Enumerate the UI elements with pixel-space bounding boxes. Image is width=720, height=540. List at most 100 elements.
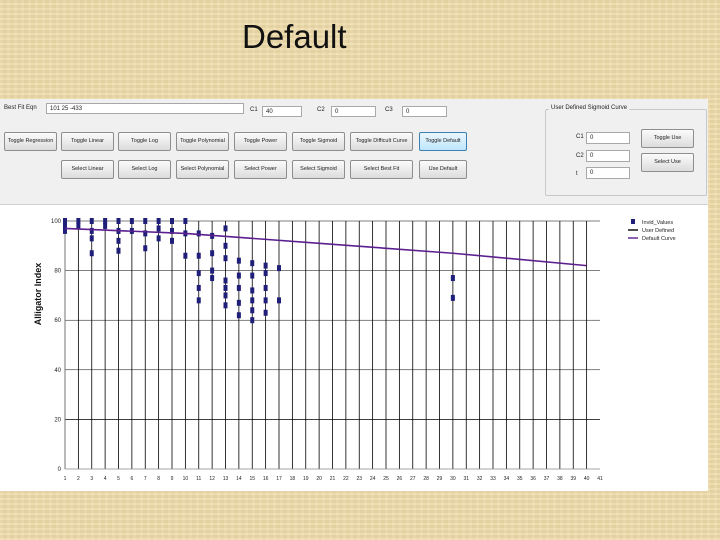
control-panel: Best Fit Eqn 101 25 -433 C1 40 C2 0 C3 0… bbox=[0, 99, 708, 205]
data-point bbox=[250, 307, 255, 314]
data-point bbox=[223, 302, 228, 309]
data-point bbox=[89, 250, 94, 257]
data-point bbox=[183, 218, 188, 224]
data-point bbox=[116, 237, 121, 244]
data-point bbox=[236, 257, 241, 264]
data-point bbox=[250, 260, 255, 267]
y-tick-label: 80 bbox=[54, 269, 61, 275]
x-tick-label: 41 bbox=[597, 476, 603, 482]
select-linear-button[interactable]: Select Linear bbox=[61, 160, 114, 179]
c1-field[interactable]: 40 bbox=[262, 106, 302, 117]
x-tick-label: 7 bbox=[144, 476, 147, 482]
data-point bbox=[143, 245, 148, 252]
data-point bbox=[156, 225, 161, 232]
x-tick-label: 8 bbox=[157, 476, 160, 482]
data-point bbox=[89, 218, 94, 224]
data-point bbox=[223, 255, 228, 262]
x-tick-label: 22 bbox=[343, 476, 349, 482]
x-tick-label: 37 bbox=[544, 476, 550, 482]
sigmoid-c1-label: C1 bbox=[576, 134, 584, 140]
legend-entry: Default Curve bbox=[642, 236, 676, 242]
c3-field[interactable]: 0 bbox=[402, 106, 447, 117]
toggle-difficult-curve-button[interactable]: Toggle Difficult Curve bbox=[350, 132, 413, 151]
alligator-index-chart: 0204060801001 2 3 4 5 6 7 8 9 10 11 12 13 14 15 16 17 18 1… bbox=[33, 218, 676, 482]
sigmoid-toggle-use-button[interactable]: Toggle Use bbox=[641, 129, 694, 148]
x-tick-label: 35 bbox=[517, 476, 523, 482]
x-tick-label: 14 bbox=[236, 476, 242, 482]
y-tick-label: 0 bbox=[58, 467, 62, 473]
data-point bbox=[250, 272, 255, 279]
c2-label: C2 bbox=[317, 107, 325, 113]
sigmoid-c1-field[interactable]: 0 bbox=[586, 132, 630, 144]
use-default-button[interactable]: Use Default bbox=[419, 160, 467, 179]
x-tick-label: 19 bbox=[303, 476, 309, 482]
data-point bbox=[263, 309, 268, 316]
x-tick-label: 34 bbox=[504, 476, 510, 482]
y-tick-label: 60 bbox=[54, 318, 61, 324]
c2-field[interactable]: 0 bbox=[331, 106, 376, 117]
data-point bbox=[263, 270, 268, 277]
x-tick-label: 2 bbox=[77, 476, 80, 482]
x-tick-label: 13 bbox=[223, 476, 229, 482]
sigmoid-group-title: User Defined Sigmoid Curve bbox=[549, 105, 630, 111]
x-tick-label: 10 bbox=[183, 476, 189, 482]
x-tick-label: 28 bbox=[423, 476, 429, 482]
data-point bbox=[170, 218, 174, 224]
toggle-power-button[interactable]: Toggle Power bbox=[234, 132, 287, 151]
sigmoid-c2-field[interactable]: 0 bbox=[586, 150, 630, 162]
toggle-sigmoid-button[interactable]: Toggle Sigmoid bbox=[292, 132, 345, 151]
x-tick-label: 33 bbox=[490, 476, 496, 482]
select-log-button[interactable]: Select Log bbox=[118, 160, 171, 179]
data-point bbox=[450, 294, 455, 301]
data-point bbox=[76, 222, 81, 229]
x-tick-label: 3 bbox=[90, 476, 93, 482]
data-point bbox=[210, 267, 215, 274]
x-tick-label: 32 bbox=[477, 476, 483, 482]
data-point bbox=[210, 275, 215, 282]
x-tick-label: 27 bbox=[410, 476, 416, 482]
sigmoid-t-label: t bbox=[576, 171, 578, 177]
sigmoid-select-use-button[interactable]: Select Use bbox=[641, 153, 694, 172]
x-tick-label: 24 bbox=[370, 476, 376, 482]
x-tick-label: 20 bbox=[316, 476, 322, 482]
data-point bbox=[263, 284, 268, 291]
toggle-regression-button[interactable]: Toggle Regression bbox=[4, 132, 57, 151]
data-point bbox=[156, 218, 161, 224]
c3-label: C3 bbox=[385, 107, 393, 113]
toggle-linear-button[interactable]: Toggle Linear bbox=[61, 132, 114, 151]
toggle-default-button[interactable]: Toggle Default bbox=[419, 132, 467, 151]
data-point bbox=[196, 252, 201, 259]
x-tick-label: 31 bbox=[463, 476, 469, 482]
sigmoid-t-field[interactable]: 0 bbox=[586, 167, 630, 179]
select-best-fit-button[interactable]: Select Best Fit bbox=[350, 160, 413, 179]
x-tick-label: 23 bbox=[356, 476, 362, 482]
x-tick-label: 9 bbox=[171, 476, 174, 482]
select-power-button[interactable]: Select Power bbox=[234, 160, 287, 179]
data-point bbox=[236, 284, 241, 291]
data-point bbox=[89, 235, 94, 242]
data-point bbox=[277, 297, 281, 304]
select-polynomial-button[interactable]: Select Polynomial bbox=[176, 160, 229, 179]
x-tick-label: 40 bbox=[584, 476, 590, 482]
select-sigmoid-button[interactable]: Select Sigmoid bbox=[292, 160, 345, 179]
x-tick-label: 1 bbox=[64, 476, 67, 482]
best-fit-equation-field[interactable]: 101 25 -433 bbox=[46, 103, 244, 114]
toggle-log-button[interactable]: Toggle Log bbox=[118, 132, 171, 151]
plot-layer: 0204060801001 2 3 4 5 6 7 8 9 10 11 12 13 14 15 16 17 18 1… bbox=[51, 218, 676, 482]
x-tick-label: 26 bbox=[397, 476, 403, 482]
legend-entry: User Defined bbox=[642, 228, 674, 234]
data-point bbox=[129, 218, 134, 224]
data-point bbox=[250, 317, 255, 324]
toggle-polynomial-button[interactable]: Toggle Polynomial bbox=[176, 132, 229, 151]
y-tick-label: 40 bbox=[54, 368, 61, 374]
x-tick-label: 17 bbox=[276, 476, 282, 482]
x-tick-label: 4 bbox=[104, 476, 107, 482]
data-point bbox=[116, 218, 121, 224]
x-tick-label: 25 bbox=[383, 476, 389, 482]
x-tick-label: 21 bbox=[330, 476, 336, 482]
data-point bbox=[236, 312, 241, 319]
data-point bbox=[196, 297, 201, 304]
data-point bbox=[223, 284, 228, 291]
x-tick-label: 11 bbox=[196, 476, 201, 482]
data-point bbox=[250, 287, 255, 294]
